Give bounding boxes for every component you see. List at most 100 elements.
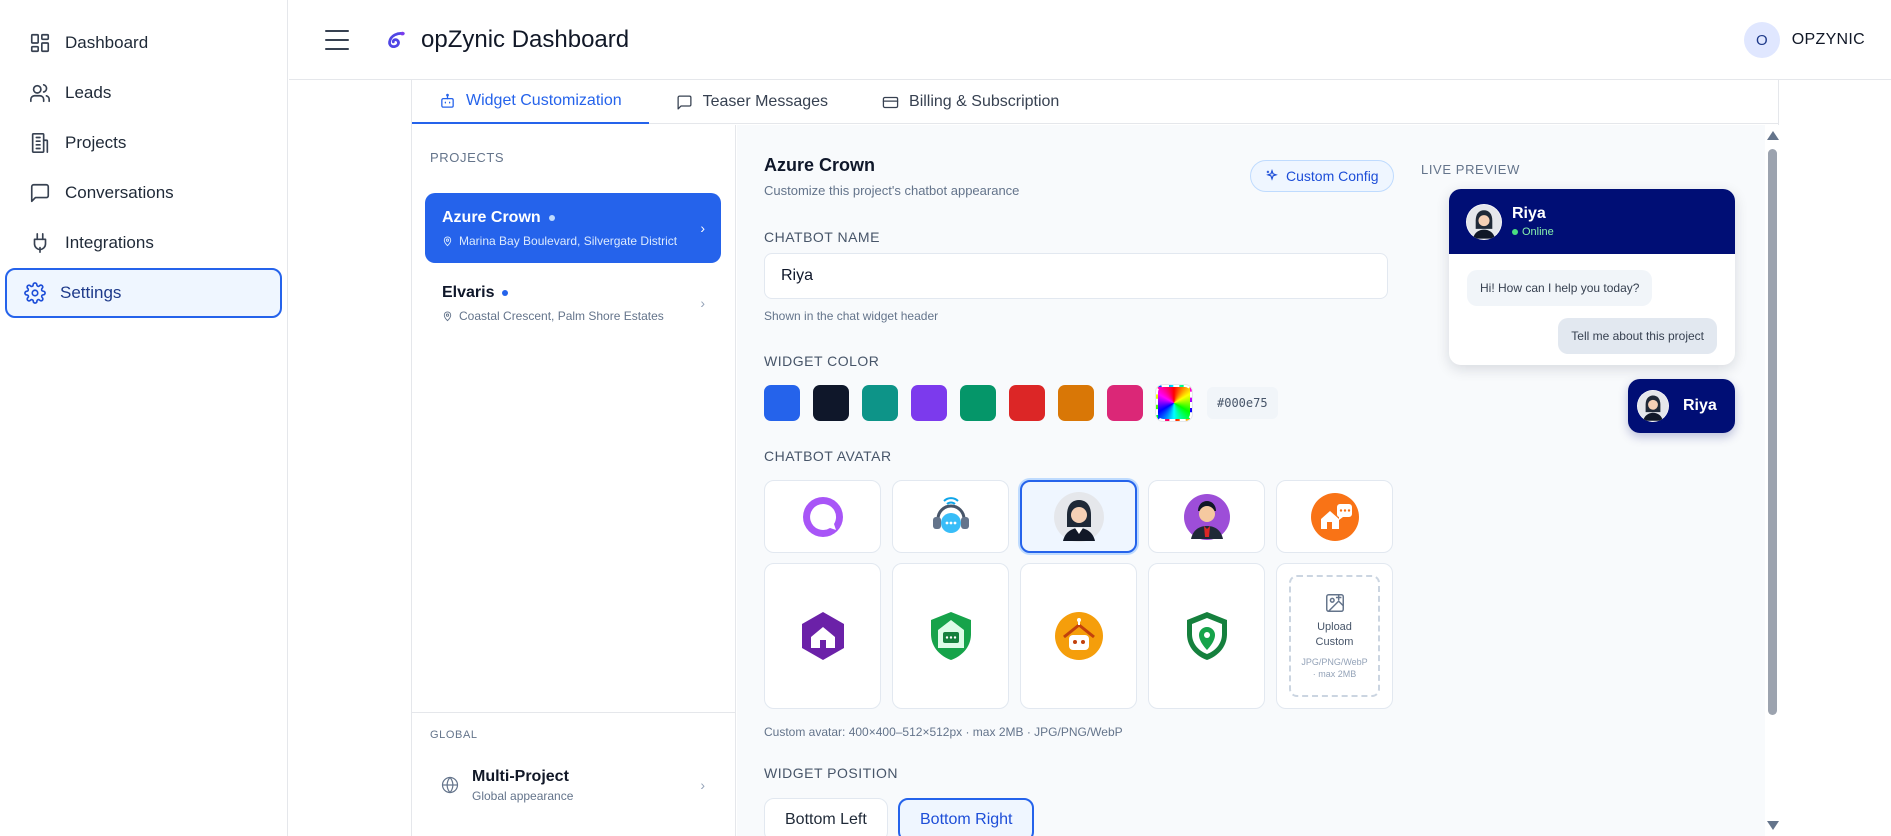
avatar-option-woman[interactable]	[1020, 480, 1137, 553]
editor-title: Azure Crown	[764, 155, 876, 175]
tab-label: Billing & Subscription	[909, 93, 1060, 110]
tab-label: Widget Customization	[466, 92, 622, 109]
widget-position-label: WIDGET POSITION	[764, 765, 899, 781]
tab-billing-subscription[interactable]: Billing & Subscription	[855, 80, 1086, 124]
custom-color-picker[interactable]	[1155, 384, 1193, 422]
avatar-option-house-chat[interactable]	[1276, 480, 1393, 553]
sidebar-item-integrations[interactable]: Integrations	[5, 218, 282, 268]
image-plus-icon	[1325, 594, 1344, 612]
color-swatch-red[interactable]	[1009, 385, 1045, 421]
avatar-option-house-hexagon[interactable]	[764, 563, 881, 709]
chevron-right-icon: ›	[700, 295, 705, 311]
sidebar-item-settings[interactable]: Settings	[5, 268, 282, 318]
tab-label: Teaser Messages	[702, 93, 829, 110]
upload-custom-avatar[interactable]: Upload Custom JPG/PNG/WebP · max 2MB	[1289, 575, 1380, 697]
sidebar-item-projects[interactable]: Projects	[5, 118, 282, 168]
chat-preview-header: Riya Online	[1449, 189, 1735, 254]
custom-config-label: Custom Config	[1286, 168, 1379, 184]
chatbot-name-label: CHATBOT NAME	[764, 229, 880, 245]
avatar-option-robot-house[interactable]	[1020, 563, 1137, 709]
avatar-option-support-headset[interactable]	[892, 480, 1009, 553]
avatar-option-shield-chat[interactable]	[892, 563, 1009, 709]
user-name: OPZYNIC	[1791, 31, 1865, 48]
bot-icon	[441, 93, 454, 108]
sidebar-item-label: Projects	[65, 133, 127, 152]
sidebar-item-label: Dashboard	[65, 33, 149, 52]
sidebar: Dashboard Leads Projects Conversations I…	[0, 0, 288, 836]
sidebar-item-label: Settings	[60, 283, 122, 302]
scroll-thumb[interactable]	[1768, 149, 1777, 715]
color-swatch-green[interactable]	[960, 385, 996, 421]
projects-section-label: PROJECTS	[430, 150, 505, 165]
brand-logo-icon	[388, 31, 405, 48]
position-bottom-left-button[interactable]: Bottom Left	[764, 798, 888, 836]
custom-config-button[interactable]: Custom Config	[1250, 160, 1394, 192]
project-item-elvaris[interactable]: Elvaris Coastal Crescent, Palm Shore Est…	[425, 268, 721, 338]
color-swatch-violet[interactable]	[911, 385, 947, 421]
live-preview-label: LIVE PREVIEW	[1421, 162, 1520, 177]
user-menu[interactable]: O OPZYNIC	[1743, 22, 1865, 58]
upload-subtitle: JPG/PNG/WebP · max 2MB	[1301, 657, 1368, 679]
tab-widget-customization[interactable]: Widget Customization	[412, 80, 649, 124]
upload-title: Upload Custom	[1315, 621, 1354, 648]
color-swatch-navy[interactable]	[813, 385, 849, 421]
plug-icon	[33, 233, 47, 253]
sidebar-item-leads[interactable]: Leads	[5, 68, 282, 118]
sparkles-icon	[1266, 169, 1278, 181]
online-dot	[1512, 229, 1518, 235]
shield-pin-icon	[1186, 612, 1227, 660]
status-dot	[548, 215, 555, 221]
chat-bot-name: Riya	[1512, 205, 1546, 222]
avatar-option-upload[interactable]: Upload Custom JPG/PNG/WebP · max 2MB	[1276, 563, 1393, 709]
house-chat-icon	[1310, 492, 1359, 541]
sidebar-item-conversations[interactable]: Conversations	[5, 168, 282, 218]
sidebar-item-dashboard[interactable]: Dashboard	[5, 18, 282, 68]
global-item-subtitle: Global appearance	[472, 788, 574, 803]
color-swatch-pink[interactable]	[1107, 385, 1143, 421]
support-headset-icon	[932, 496, 969, 533]
settings-panel: Widget Customization Teaser Messages Bil…	[411, 80, 1779, 836]
color-swatch-amber[interactable]	[1058, 385, 1094, 421]
chevron-right-icon: ›	[700, 220, 705, 236]
menu-icon[interactable]	[325, 29, 349, 50]
editor-subtitle: Customize this project's chatbot appeara…	[764, 183, 1020, 198]
launcher-name: Riya	[1683, 397, 1717, 414]
global-item-multi-project[interactable]: Multi-Project Global appearance ›	[425, 757, 721, 813]
top-header: opZynic Dashboard O OPZYNIC	[289, 0, 1891, 80]
avatar: O	[1743, 22, 1780, 58]
chat-launcher-preview: Riya	[1628, 379, 1735, 433]
gear-icon	[24, 282, 46, 304]
globe-icon	[441, 776, 459, 794]
chatbot-name-input[interactable]: Riya	[764, 253, 1388, 299]
chatbot-name-hint: Shown in the chat widget header	[764, 309, 939, 323]
project-name: Elvaris	[442, 284, 495, 301]
tab-teaser-messages[interactable]: Teaser Messages	[649, 80, 855, 124]
scroll-down-arrow-icon[interactable]	[1767, 821, 1779, 830]
scrollbar[interactable]	[1765, 125, 1779, 836]
widget-editor: Azure Crown Customize this project's cha…	[737, 125, 1765, 836]
color-swatches: #000e75	[764, 384, 1278, 422]
avatar-option-chat-ring[interactable]	[764, 480, 881, 553]
woman-avatar-icon	[1053, 491, 1104, 542]
user-message-bubble: Tell me about this project	[1558, 318, 1717, 354]
businessman-avatar-icon	[1183, 493, 1230, 540]
color-swatch-teal[interactable]	[862, 385, 898, 421]
sidebar-item-label: Conversations	[65, 183, 174, 202]
avatar-option-businessman[interactable]	[1148, 480, 1265, 553]
scroll-up-arrow-icon[interactable]	[1767, 131, 1779, 140]
woman-avatar-icon	[1637, 390, 1669, 422]
credit-card-icon	[882, 96, 899, 108]
project-item-azure-crown[interactable]: Azure Crown Marina Bay Boulevard, Silver…	[425, 193, 721, 263]
woman-avatar-icon	[1466, 204, 1502, 239]
projects-list: PROJECTS Azure Crown Marina Bay Boulevar…	[412, 125, 736, 836]
tab-bar: Widget Customization Teaser Messages Bil…	[412, 80, 1778, 124]
position-bottom-right-button[interactable]: Bottom Right	[898, 798, 1035, 836]
color-swatch-blue[interactable]	[764, 385, 800, 421]
house-hexagon-icon	[801, 612, 844, 660]
page-title: opZynic Dashboard	[421, 25, 630, 53]
avatar-hint: Custom avatar: 400×400–512×512px · max 2…	[764, 725, 1123, 739]
avatar-option-shield-pin[interactable]	[1148, 563, 1265, 709]
project-name: Azure Crown	[442, 209, 541, 226]
chatbot-avatar-label: CHATBOT AVATAR	[764, 448, 892, 464]
bot-message-bubble: Hi! How can I help you today?	[1467, 270, 1653, 306]
